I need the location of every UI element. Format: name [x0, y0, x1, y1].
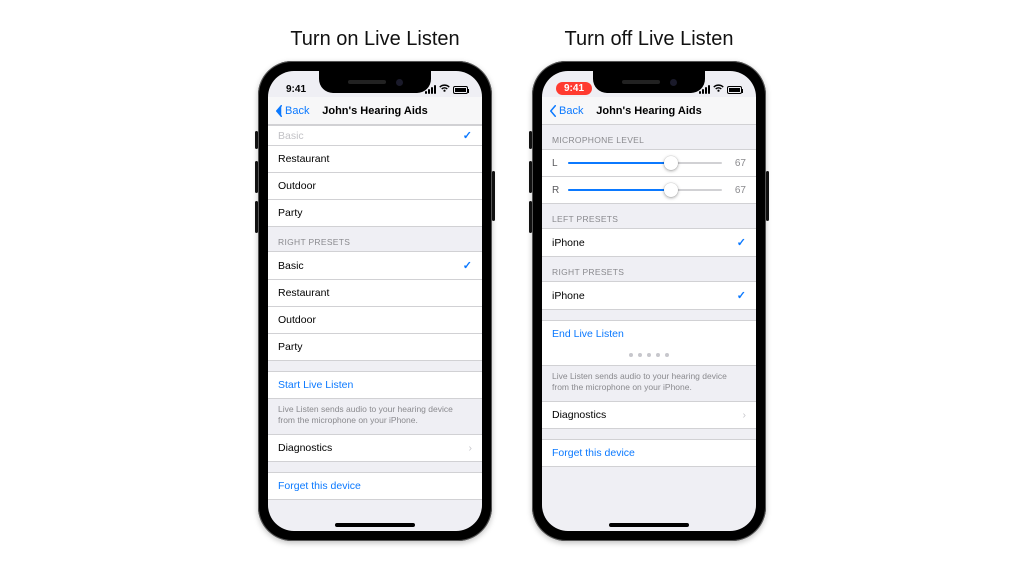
slider-value: 67	[728, 158, 746, 169]
home-indicator[interactable]	[609, 523, 689, 527]
live-listen-note: Live Listen sends audio to your hearing …	[542, 366, 756, 401]
back-label: Back	[559, 105, 583, 117]
slider-label: L	[552, 158, 562, 169]
list-item[interactable]: Outdoor	[268, 172, 482, 199]
wifi-icon	[713, 84, 724, 95]
preset-label: iPhone	[552, 290, 737, 302]
live-listen-note: Live Listen sends audio to your hearing …	[268, 399, 482, 434]
forget-device-label: Forget this device	[278, 480, 472, 492]
diagnostics-row[interactable]: Diagnostics ›	[268, 434, 482, 462]
preset-label: Party	[278, 341, 472, 353]
slider-thumb[interactable]	[664, 156, 678, 170]
status-time-recording[interactable]: 9:41	[556, 82, 592, 95]
group-header-left-presets: LEFT PRESETS	[542, 204, 756, 228]
group-header-right-presets: RIGHT PRESETS	[268, 227, 482, 251]
chevron-right-icon: ›	[469, 442, 473, 454]
check-icon: ✓	[463, 129, 472, 142]
group-header-right-presets: RIGHT PRESETS	[542, 257, 756, 281]
iphone-frame-right: 9:41 Back John's Hearing Aids	[532, 61, 766, 541]
diagnostics-label: Diagnostics	[278, 442, 469, 454]
caption-on: Turn on Live Listen	[290, 28, 459, 51]
settings-content-b: MICROPHONE LEVEL L 67 R	[542, 125, 756, 531]
list-item[interactable]: Party	[268, 333, 482, 361]
start-live-listen-label: Start Live Listen	[278, 379, 472, 391]
chevron-right-icon: ›	[743, 409, 747, 421]
back-button[interactable]: Back	[548, 105, 583, 117]
preset-label: Outdoor	[278, 180, 472, 192]
preset-label: iPhone	[552, 237, 737, 249]
check-icon: ✓	[737, 236, 746, 249]
audio-level-dots	[542, 347, 756, 366]
forget-device-label: Forget this device	[552, 447, 746, 459]
slider-thumb[interactable]	[664, 183, 678, 197]
slider-value: 67	[728, 185, 746, 196]
nav-bar: Back John's Hearing Aids	[542, 97, 756, 125]
caption-off: Turn off Live Listen	[565, 28, 734, 51]
slider-track[interactable]	[568, 183, 722, 197]
forget-device-button[interactable]: Forget this device	[542, 439, 756, 467]
preset-label: Outdoor	[278, 314, 472, 326]
battery-icon	[453, 86, 468, 94]
diagnostics-label: Diagnostics	[552, 409, 743, 421]
battery-icon	[727, 86, 742, 94]
start-live-listen-button[interactable]: Start Live Listen	[268, 371, 482, 399]
iphone-frame-left: 9:41 Back John's Hearing Aids	[258, 61, 492, 541]
mic-slider-right[interactable]: R 67	[542, 176, 756, 204]
preset-label: Restaurant	[278, 153, 472, 165]
check-icon: ✓	[463, 259, 472, 272]
home-indicator[interactable]	[335, 523, 415, 527]
wifi-icon	[439, 84, 450, 95]
list-item[interactable]: Basic ✓	[268, 251, 482, 279]
settings-content-a: Basic ✓ Restaurant Outdoor Party RIGHT P…	[268, 125, 482, 531]
forget-device-button[interactable]: Forget this device	[268, 472, 482, 500]
back-label: Back	[285, 105, 309, 117]
chevron-left-icon	[548, 105, 558, 117]
preset-label: Basic	[278, 260, 463, 272]
list-item[interactable]: Basic ✓	[268, 125, 482, 145]
chevron-left-icon	[274, 105, 284, 117]
slider-track[interactable]	[568, 156, 722, 170]
group-header-mic: MICROPHONE LEVEL	[542, 125, 756, 149]
preset-label: Basic	[278, 130, 463, 142]
list-item[interactable]: iPhone ✓	[542, 228, 756, 257]
end-live-listen-button[interactable]: End Live Listen	[542, 320, 756, 347]
check-icon: ✓	[737, 289, 746, 302]
back-button[interactable]: Back	[274, 105, 309, 117]
list-item[interactable]: iPhone ✓	[542, 281, 756, 310]
preset-label: Party	[278, 207, 472, 219]
diagnostics-row[interactable]: Diagnostics ›	[542, 401, 756, 429]
end-live-listen-label: End Live Listen	[552, 328, 746, 340]
list-item[interactable]: Restaurant	[268, 279, 482, 306]
list-item[interactable]: Party	[268, 199, 482, 227]
slider-label: R	[552, 185, 562, 196]
list-item[interactable]: Restaurant	[268, 145, 482, 172]
list-item[interactable]: Outdoor	[268, 306, 482, 333]
status-time: 9:41	[282, 84, 306, 95]
mic-slider-left[interactable]: L 67	[542, 149, 756, 176]
preset-label: Restaurant	[278, 287, 472, 299]
nav-bar: Back John's Hearing Aids	[268, 97, 482, 125]
